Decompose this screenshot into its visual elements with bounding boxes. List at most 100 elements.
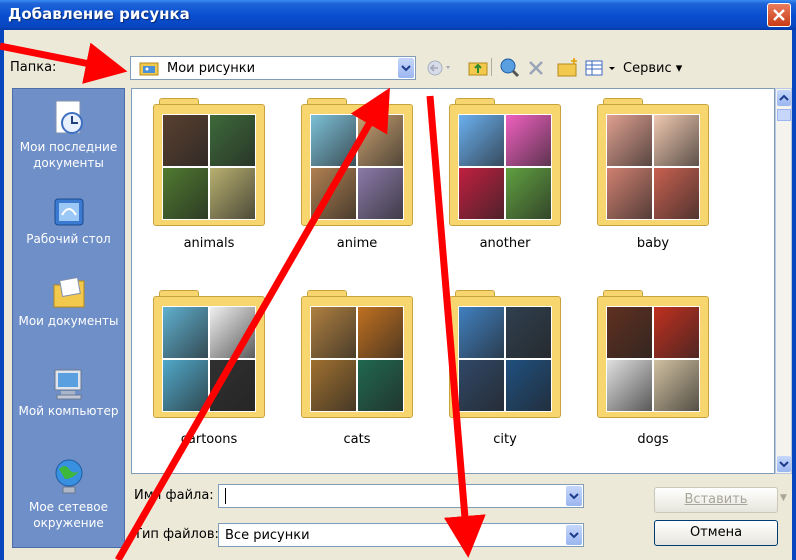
insert-button[interactable]: Вставить	[654, 487, 778, 513]
back-arrow-icon	[427, 60, 450, 76]
filetype-dropdown-arrow[interactable]	[566, 525, 582, 545]
chevron-up-icon	[779, 94, 789, 101]
preview-image	[310, 114, 357, 167]
scroll-down-button[interactable]	[777, 456, 791, 472]
search-web-icon	[500, 58, 520, 78]
filetype-dropdown[interactable]: Все рисунки	[218, 523, 584, 547]
folder-item[interactable]	[449, 290, 561, 420]
folder-item[interactable]	[597, 98, 709, 228]
views-grid-icon	[585, 60, 615, 76]
close-button[interactable]	[767, 3, 791, 27]
chevron-down-icon	[779, 461, 789, 468]
preview-image	[653, 114, 700, 167]
my-computer-icon	[54, 369, 81, 400]
folder-preview-grid	[310, 114, 404, 220]
folder-preview-grid	[458, 114, 552, 220]
vertical-scrollbar[interactable]	[775, 88, 792, 474]
place-desktop[interactable]: Рабочий стол	[13, 195, 124, 247]
preview-image	[310, 306, 357, 359]
place-label: Мое сетевое окружение	[28, 500, 109, 530]
back-button[interactable]	[426, 56, 454, 80]
place-label: Мои последние документы	[19, 140, 118, 170]
folder-label[interactable]: animals	[139, 236, 279, 251]
insert-picture-dialog: Добавление рисунка Папка: Мои рисунки Се…	[0, 0, 796, 560]
preview-image	[357, 306, 404, 359]
preview-image	[653, 167, 700, 220]
search-web-button[interactable]	[498, 56, 520, 80]
preview-image	[310, 359, 357, 412]
desktop-icon	[54, 198, 83, 226]
folder-label[interactable]: cartoons	[139, 432, 279, 447]
delete-button[interactable]	[526, 56, 546, 80]
cancel-button-label: Отмена	[689, 525, 743, 540]
lookin-dropdown[interactable]: Мои рисунки	[130, 56, 416, 80]
place-my-documents[interactable]: Мои документы	[13, 275, 124, 329]
toolbar-separator	[491, 58, 492, 76]
preview-image	[162, 167, 209, 220]
chevron-down-icon	[569, 493, 579, 500]
tools-menu[interactable]: Сервис ▾	[623, 61, 682, 76]
folder-label[interactable]: dogs	[583, 432, 723, 447]
preview-image	[653, 359, 700, 412]
chevron-down-icon	[569, 532, 579, 539]
folder-item[interactable]	[597, 290, 709, 420]
title-bar[interactable]: Добавление рисунка	[0, 0, 796, 30]
preview-image	[505, 306, 552, 359]
preview-image	[606, 359, 653, 412]
filetype-value: Все рисунки	[225, 528, 310, 543]
my-pictures-folder-icon	[139, 62, 159, 76]
lookin-dropdown-arrow[interactable]	[398, 58, 414, 78]
preview-image	[458, 306, 505, 359]
folder-preview-grid	[162, 306, 256, 412]
new-folder-button[interactable]	[556, 56, 580, 80]
views-button[interactable]	[584, 56, 620, 80]
preview-image	[209, 306, 256, 359]
preview-image	[209, 114, 256, 167]
filename-label: Имя файла:	[134, 488, 214, 503]
filetype-label: Тип файлов:	[134, 527, 219, 542]
place-label: Рабочий стол	[26, 232, 111, 246]
preview-image	[458, 167, 505, 220]
my-documents-folder-icon	[53, 276, 84, 308]
filename-dropdown-arrow[interactable]	[566, 486, 582, 506]
new-folder-icon	[557, 58, 577, 77]
folder-item[interactable]	[449, 98, 561, 228]
lookin-label: Папка:	[10, 60, 57, 75]
insert-button-label: Вставить	[684, 492, 748, 507]
preview-image	[458, 359, 505, 412]
preview-image	[209, 359, 256, 412]
folder-item[interactable]	[153, 290, 265, 420]
window-frame-left	[0, 30, 4, 560]
folder-preview-grid	[162, 114, 256, 220]
filename-field[interactable]	[218, 484, 584, 508]
place-label: Мои документы	[18, 314, 119, 328]
folder-item[interactable]	[301, 290, 413, 420]
scroll-up-button[interactable]	[777, 90, 791, 106]
place-my-computer[interactable]: Мой компьютер	[13, 367, 124, 419]
place-label: Мой компьютер	[18, 404, 119, 418]
preview-image	[357, 167, 404, 220]
insert-options-arrow[interactable]: ▼	[780, 493, 787, 503]
folder-label[interactable]: another	[435, 236, 575, 251]
preview-image	[162, 359, 209, 412]
place-network-places[interactable]: Мое сетевое окружение	[13, 457, 124, 531]
preview-image	[505, 167, 552, 220]
folder-up-icon	[468, 62, 488, 76]
cancel-button[interactable]: Отмена	[654, 520, 778, 546]
place-recent-documents[interactable]: Мои последние документы	[13, 99, 124, 171]
scroll-thumb[interactable]	[777, 109, 791, 121]
up-one-level-button[interactable]	[467, 56, 489, 80]
recent-documents-icon	[55, 100, 83, 134]
folder-item[interactable]	[153, 98, 265, 228]
preview-image	[310, 167, 357, 220]
preview-image	[162, 306, 209, 359]
folder-label[interactable]: anime	[287, 236, 427, 251]
preview-image	[357, 359, 404, 412]
dialog-title: Добавление рисунка	[8, 5, 190, 23]
folder-label[interactable]: city	[435, 432, 575, 447]
network-places-icon	[55, 459, 82, 494]
folder-label[interactable]: cats	[287, 432, 427, 447]
folder-item[interactable]	[301, 98, 413, 228]
folder-preview-grid	[458, 306, 552, 412]
folder-label[interactable]: baby	[583, 236, 723, 251]
